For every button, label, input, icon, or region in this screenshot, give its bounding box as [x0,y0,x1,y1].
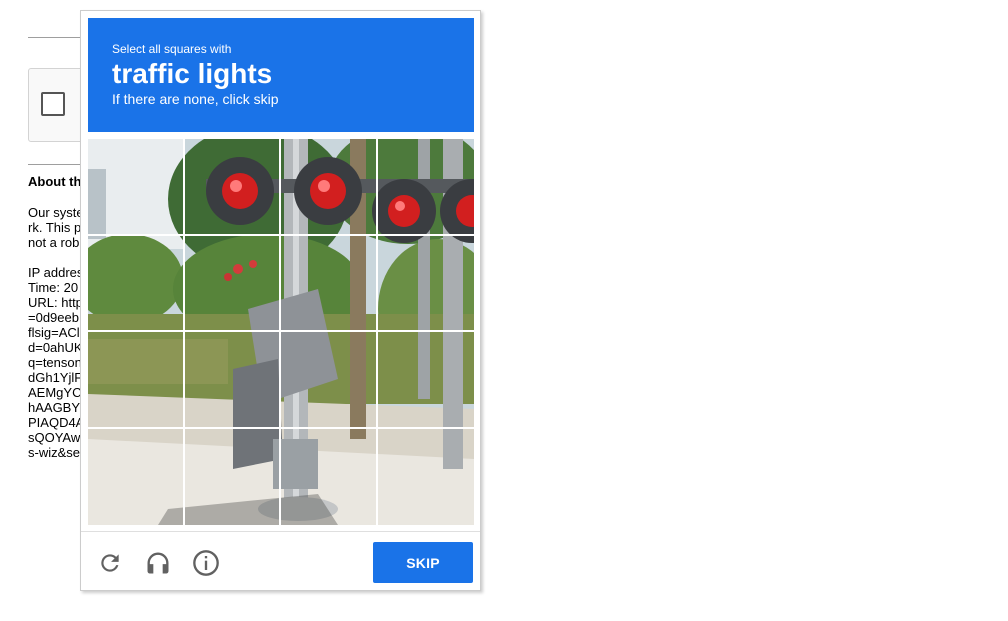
skip-button[interactable]: SKIP [373,542,473,583]
footer-divider [81,531,480,532]
meta-line: =0d9eeb [28,310,79,325]
meta-line: s-wiz&se [28,445,80,460]
about-paragraph: Our syste rk. This p not a rob [28,205,80,250]
grid-tile[interactable] [377,236,474,332]
grid-tile[interactable] [184,235,281,332]
about-section: About th Our syste rk. This p not a rob … [28,174,80,460]
info-icon[interactable] [189,546,223,580]
grid-tile[interactable] [88,235,185,332]
request-metadata: IP addres Time: 20 URL: http =0d9eeb fls… [28,265,80,460]
grid-tile[interactable] [378,429,475,526]
page-divider-top [28,37,88,38]
instruction-hint: If there are none, click skip [112,91,279,107]
grid-tile[interactable] [88,332,185,429]
about-line: rk. This p [28,220,80,235]
grid-tile[interactable] [184,139,281,236]
meta-line: URL: http [28,295,80,310]
meta-line: flsig=ACl [28,325,80,340]
about-line: Our syste [28,205,80,220]
grid-tile[interactable] [281,235,378,332]
grid-tile[interactable] [377,332,474,429]
about-heading: About th [28,174,80,189]
meta-line: IP addres [28,265,80,280]
meta-line: hAAGBY [28,400,80,415]
grid-tile[interactable] [185,428,281,525]
captcha-checkbox[interactable] [41,92,65,116]
instruction-prefix: Select all squares with [112,42,232,56]
grid-tile[interactable] [88,428,185,525]
tile-grid [88,139,474,525]
image-grid [88,139,474,525]
grid-tile[interactable] [281,332,378,429]
meta-line: q=tenson [28,355,80,370]
audio-headphones-icon[interactable] [141,546,175,580]
meta-line: dGh1YjlF [28,370,80,385]
grid-tile[interactable] [281,139,378,236]
captcha-challenge-dialog: Select all squares with traffic lights I… [80,10,481,591]
meta-line: AEMgYC [28,385,80,400]
about-line: not a rob [28,235,80,250]
reload-icon[interactable] [93,546,127,580]
grid-tile[interactable] [377,139,474,236]
grid-tile[interactable] [281,428,378,525]
challenge-header: Select all squares with traffic lights I… [88,18,474,132]
page-divider-middle [28,164,88,165]
meta-line: PIAQD4A [28,415,80,430]
meta-line: d=0ahUK [28,340,80,355]
meta-line: sQOYAw [28,430,80,445]
grid-tile[interactable] [88,139,185,236]
meta-line: Time: 20 [28,280,79,295]
target-object-label: traffic lights [112,58,273,89]
grid-tile[interactable] [184,332,281,429]
